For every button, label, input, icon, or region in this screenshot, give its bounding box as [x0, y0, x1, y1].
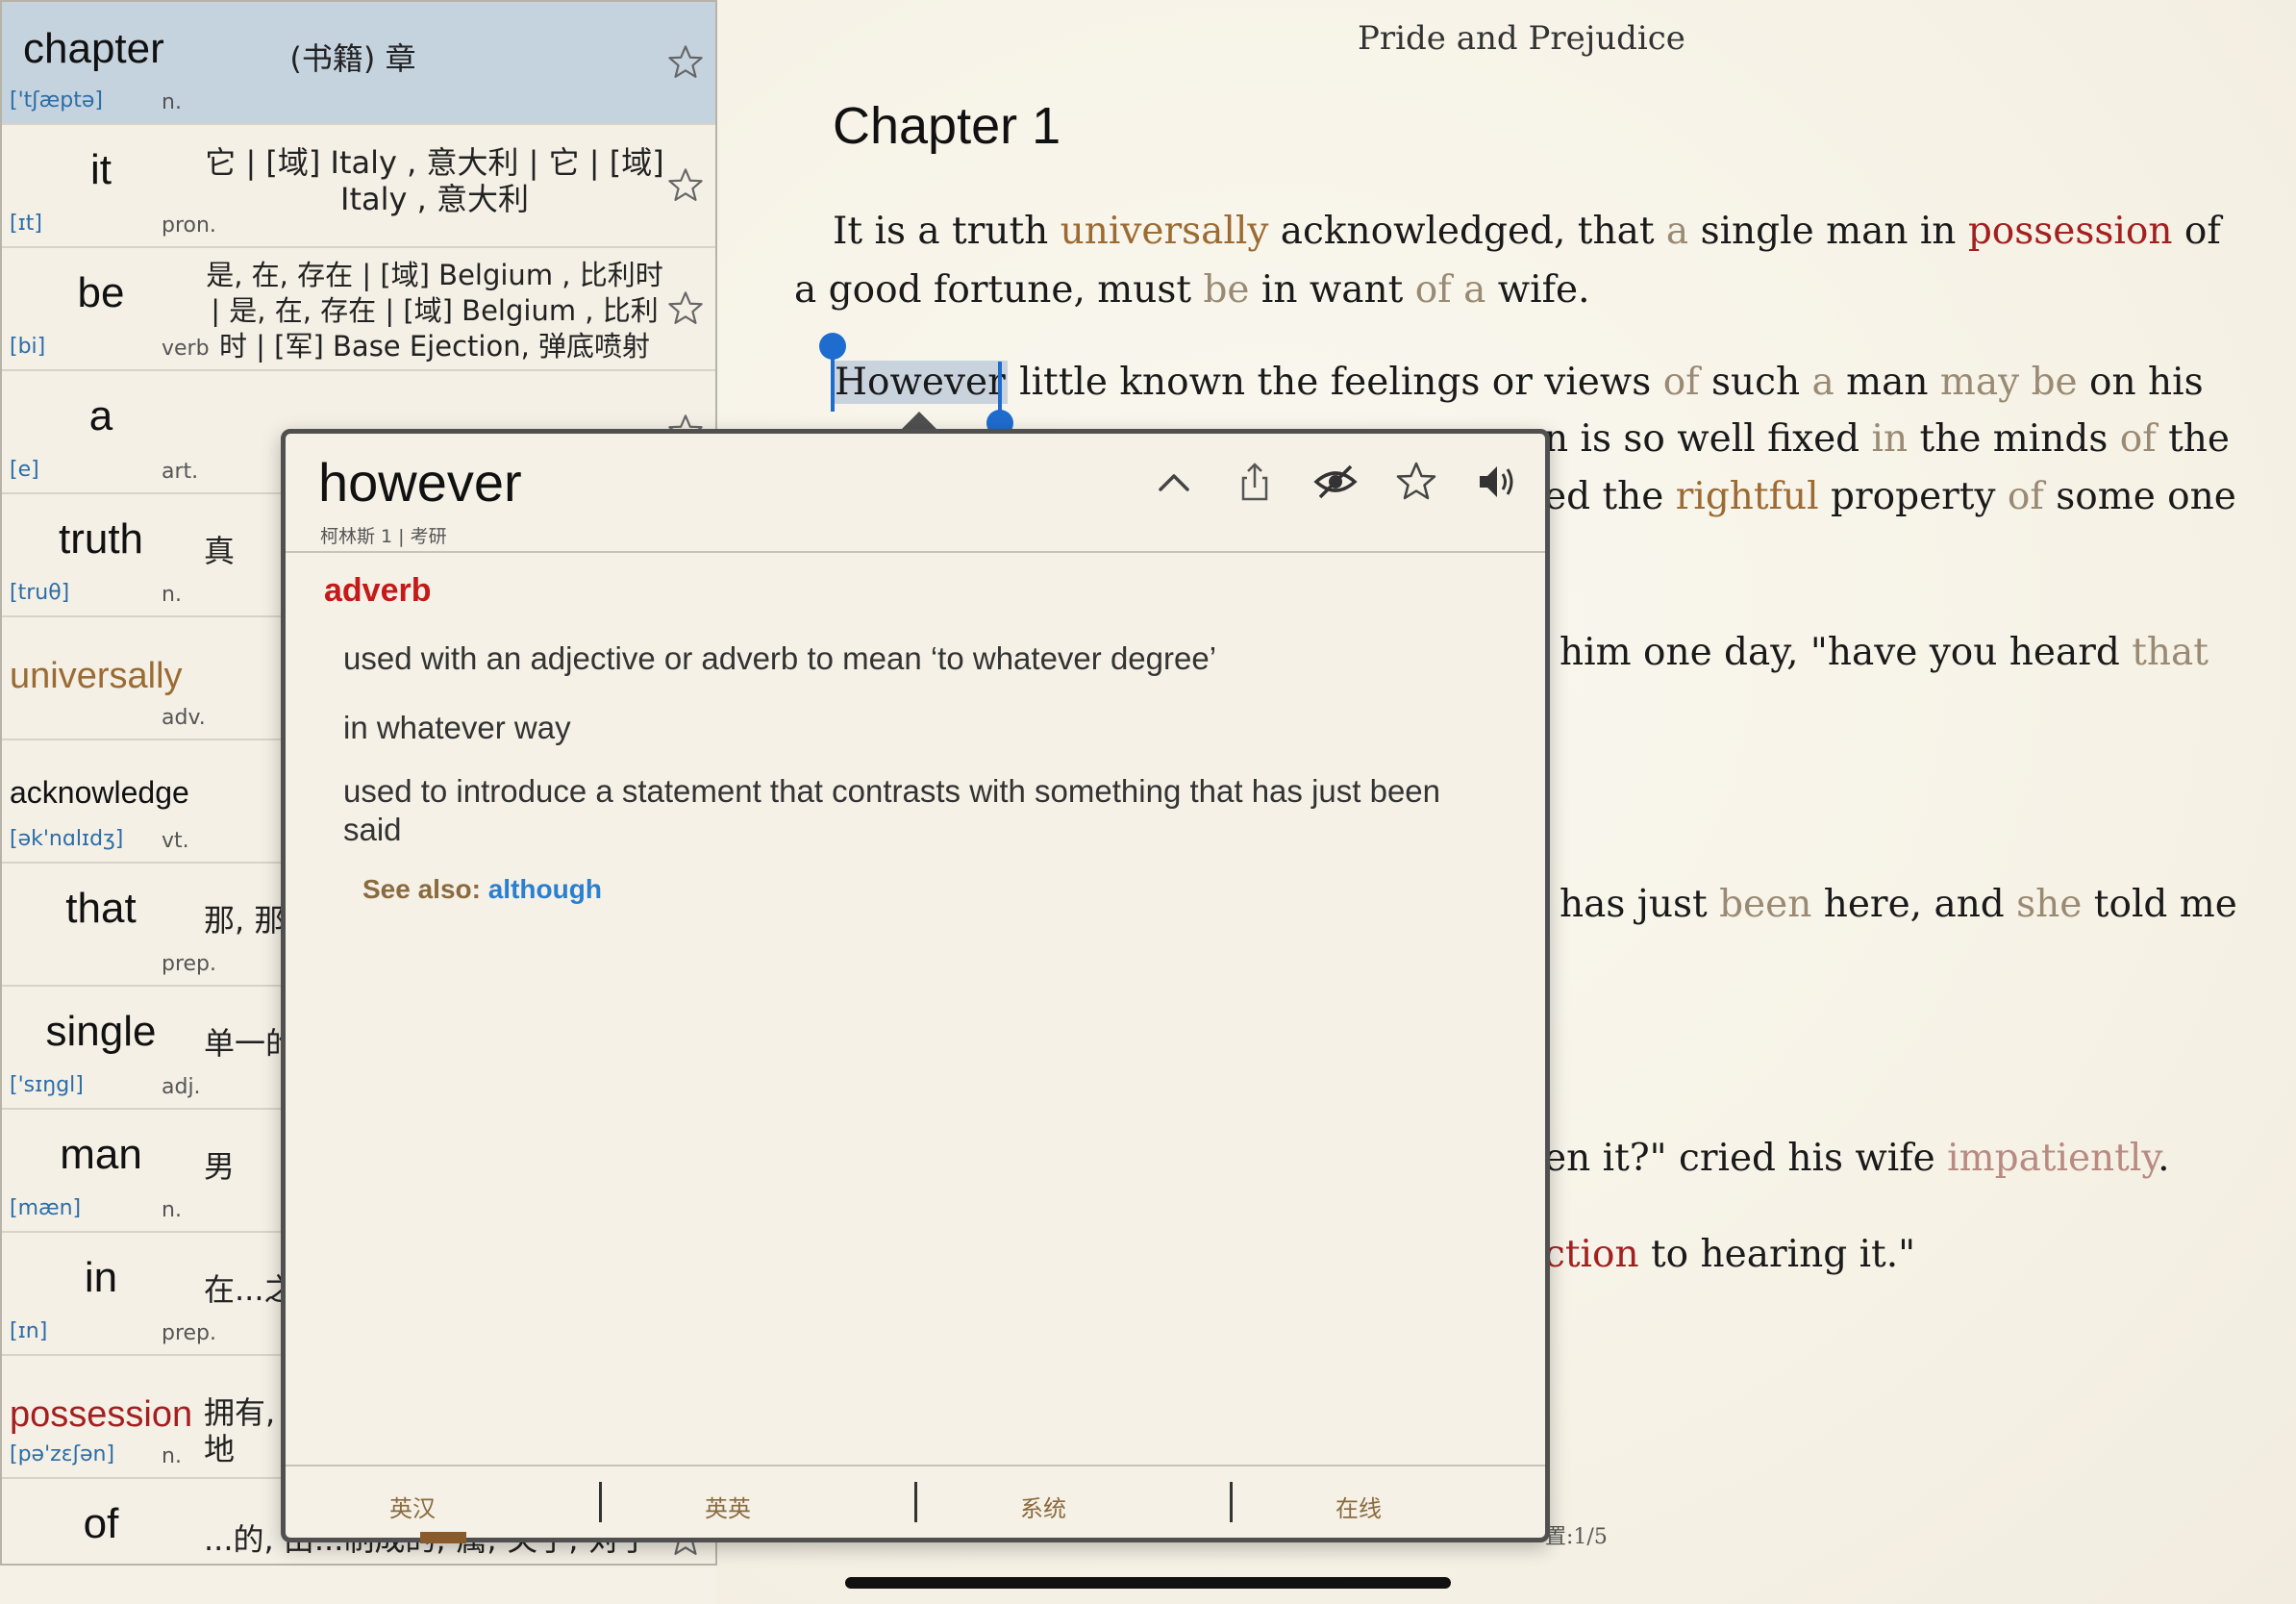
tab-separator — [1230, 1482, 1233, 1522]
word-list-pos: n. — [162, 90, 182, 114]
popup-headword: however — [318, 452, 522, 513]
hide-eye-icon[interactable] — [1312, 459, 1359, 505]
word-list-phonetic: [truθ] — [10, 581, 70, 605]
highlight-word[interactable]: rightful — [1676, 475, 1819, 518]
paragraph-1: It is a truth universally acknowledged, … — [794, 210, 2221, 312]
word-list-phonetic: [ək'nɑlɪdʒ] — [10, 827, 124, 851]
popup-divider — [286, 551, 1545, 553]
paragraph-4-line: has just been here, and she told me — [1560, 883, 2237, 926]
paragraph-2-line-1: However little known the feelings or vie… — [833, 361, 2204, 404]
popup-pointer — [902, 412, 936, 429]
word-list-word: acknowledge — [10, 775, 189, 810]
word-list-phonetic: ['tʃæptə] — [10, 88, 103, 113]
tab-online[interactable]: 在线 — [1282, 1490, 1435, 1523]
word-list-word: possession — [10, 1394, 193, 1435]
star-icon[interactable] — [665, 288, 706, 329]
selected-word[interactable]: However — [833, 361, 1008, 404]
star-icon[interactable] — [1393, 459, 1439, 505]
word-list-item[interactable]: it [ɪt] pron. 它 | [域] Italy , 意大利 | 它 | [域]… — [2, 125, 715, 248]
word-list-phonetic: [bi] — [10, 335, 46, 359]
paragraph-2-line-2: n is so well fixed in the minds of the — [1544, 417, 2230, 461]
highlight-word[interactable]: ction — [1544, 1233, 1639, 1276]
word-list-item[interactable]: chapter ['tʃæptə] n. (书籍) 章 — [2, 2, 715, 125]
word-list-pos: adj. — [162, 1075, 201, 1099]
word-list-pos: vt. — [162, 829, 189, 853]
word-list-word: it — [90, 146, 112, 193]
word-list-pos: adv. — [162, 706, 206, 730]
paragraph-6-line: ction to hearing it." — [1544, 1233, 1916, 1276]
tab-separator — [914, 1482, 917, 1522]
paragraph-3-line: him one day, "have you heard that — [1560, 631, 2209, 674]
active-tab-indicator — [420, 1532, 466, 1543]
word-list-phonetic: [e] — [10, 458, 39, 482]
sense-2: in whatever way — [343, 710, 571, 745]
word-list-definition: 是, 在, 存在 | [域] Belgium , 比利时 | 是, 在, 存在 … — [206, 259, 663, 363]
tab-en-en[interactable]: 英英 — [651, 1490, 805, 1523]
part-of-speech: adverb — [324, 572, 432, 609]
word-list-word: chapter — [23, 25, 164, 72]
word-list-word: of — [83, 1500, 119, 1547]
chapter-heading: Chapter 1 — [833, 97, 1061, 155]
word-list-word: be — [77, 269, 125, 316]
tab-system[interactable]: 系统 — [966, 1490, 1120, 1523]
word-list-pos: art. — [162, 460, 199, 484]
word-list-word: a — [88, 392, 113, 439]
word-list-item[interactable]: be [bi] verb 是, 在, 存在 | [域] Belgium , 比利时 |… — [2, 248, 715, 371]
word-list-phonetic: [ɪn] — [10, 1319, 48, 1343]
paragraph-2-line-3: ed the rightful property of some one — [1544, 475, 2236, 518]
word-list-phonetic: [pə'zɛʃən] — [10, 1442, 115, 1466]
dictionary-popup: however 柯林斯 1 | 考研 adverb used with an a… — [281, 429, 1550, 1543]
word-list-pos: n. — [162, 1444, 182, 1468]
page-progress: 置:1/5 — [1545, 1525, 1608, 1549]
word-list-phonetic: [mæn] — [10, 1196, 82, 1220]
see-also-label: See also: — [362, 874, 488, 904]
word-list-word: universally — [10, 656, 183, 696]
see-also: See also: although — [362, 874, 602, 905]
word-list-word: that — [65, 885, 137, 932]
share-icon[interactable] — [1232, 459, 1278, 505]
word-list-phonetic: [ɪt] — [10, 212, 42, 236]
book-title: Pride and Prejudice — [1358, 19, 1685, 58]
sense-3: used to introduce a statement that contr… — [343, 773, 1440, 847]
word-list-definition: 它 | [域] Italy , 意大利 | 它 | [域] Italy , 意大… — [205, 144, 664, 217]
word-list-pos: n. — [162, 583, 182, 607]
popup-divider — [286, 1465, 1545, 1466]
selection-end-bar — [998, 362, 1002, 415]
word-list-pos: prep. — [162, 1321, 217, 1345]
popup-tags: 柯林斯 1 | 考研 — [320, 526, 447, 547]
word-list-pos: n. — [162, 1198, 182, 1222]
word-list-phonetic: ['sɪŋgl] — [10, 1073, 84, 1097]
word-list-word: single — [45, 1008, 157, 1055]
tab-en-zh[interactable]: 英汉 — [336, 1490, 489, 1523]
tab-separator — [599, 1482, 602, 1522]
word-list-definition: (书籍) 章 — [289, 40, 416, 77]
word-list-word: truth — [58, 515, 144, 563]
word-list-pos: prep. — [162, 952, 217, 976]
see-also-link[interactable]: although — [488, 874, 602, 904]
sense-1: used with an adjective or adverb to mean… — [343, 640, 1217, 676]
word-list-word: man — [60, 1131, 142, 1178]
selection-start-handle[interactable] — [819, 333, 846, 360]
star-icon[interactable] — [665, 165, 706, 206]
highlight-word[interactable]: universally — [1061, 210, 1269, 253]
highlight-word[interactable]: possession — [1968, 210, 2173, 253]
highlight-word[interactable]: impatiently — [1947, 1137, 2158, 1180]
selection-start-bar — [831, 358, 835, 412]
paragraph-5-line: en it?" cried his wife impatiently. — [1544, 1137, 2170, 1180]
speaker-icon[interactable] — [1474, 459, 1520, 505]
home-indicator[interactable] — [845, 1577, 1451, 1589]
word-list-word: in — [84, 1254, 118, 1301]
star-icon[interactable] — [665, 42, 706, 83]
chevron-up-icon[interactable] — [1151, 459, 1197, 505]
